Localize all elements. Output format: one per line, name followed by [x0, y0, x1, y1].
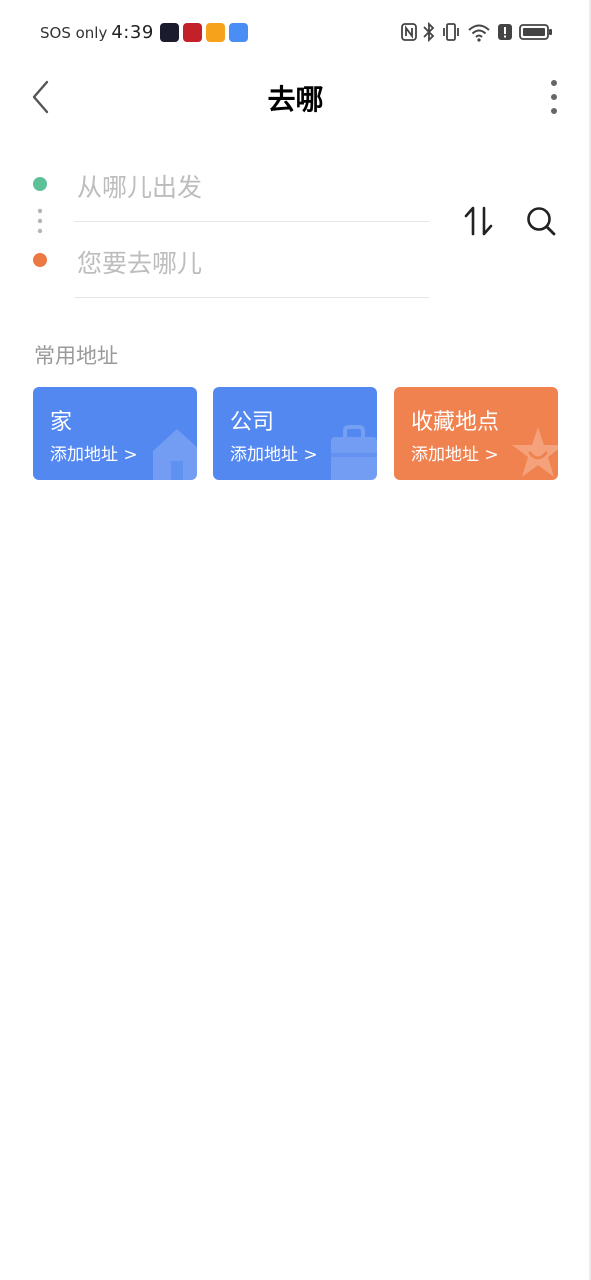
favorites-add-address-link: 添加地址 > [411, 445, 499, 465]
alert-icon [498, 24, 512, 40]
page-title: 去哪 [267, 83, 324, 116]
briefcase-icon [331, 425, 377, 480]
destination-dot [33, 253, 47, 267]
origin-placeholder: 从哪儿出发 [77, 172, 203, 202]
status-bar: SOS only 4:39 [0, 0, 591, 66]
carrier-label: SOS only [40, 23, 108, 42]
home-add-address-link: 添加地址 > [50, 445, 138, 465]
house-icon [153, 429, 197, 480]
origin-input[interactable]: 从哪儿出发 [74, 150, 429, 222]
more-vertical-icon [551, 80, 557, 114]
work-address-card[interactable]: 公司 添加地址 > [213, 387, 377, 480]
work-add-address-link: 添加地址 > [230, 445, 318, 465]
home-address-card[interactable]: 家 添加地址 > [33, 387, 197, 480]
battery-icon [519, 24, 552, 40]
start-point-dot [33, 177, 47, 191]
destination-input[interactable]: 您要去哪儿 [74, 226, 429, 298]
status-left: SOS only 4:39 [40, 22, 248, 43]
common-addresses-title: 常用地址 [34, 344, 118, 368]
app-notification-icon [159, 23, 179, 42]
nfc-icon [401, 23, 417, 41]
swap-route-button[interactable] [463, 204, 495, 238]
route-panel: 从哪儿出发 您要去哪儿 [0, 150, 591, 310]
star-icon [512, 427, 558, 477]
search-button[interactable] [524, 204, 558, 238]
more-options-button[interactable] [545, 78, 563, 116]
navigation-bar: 去哪 [0, 66, 591, 128]
notification-apps [159, 23, 248, 42]
app-notification-icon [182, 23, 202, 42]
status-right [401, 22, 553, 42]
app-notification-icon [228, 23, 248, 42]
search-icon [527, 207, 556, 236]
vibrate-icon [443, 23, 459, 41]
route-connector-icon [37, 208, 43, 234]
favorites-address-card[interactable]: 收藏地点 添加地址 > [394, 387, 558, 480]
swap-arrows-icon [464, 206, 493, 236]
favorites-card-title: 收藏地点 [411, 410, 500, 435]
bluetooth-icon [423, 22, 435, 42]
wifi-icon [468, 24, 490, 42]
work-card-title: 公司 [230, 410, 275, 435]
clock: 4:39 [111, 22, 154, 43]
home-card-title: 家 [50, 410, 73, 435]
app-notification-icon [205, 23, 225, 42]
destination-placeholder: 您要去哪儿 [77, 248, 203, 278]
